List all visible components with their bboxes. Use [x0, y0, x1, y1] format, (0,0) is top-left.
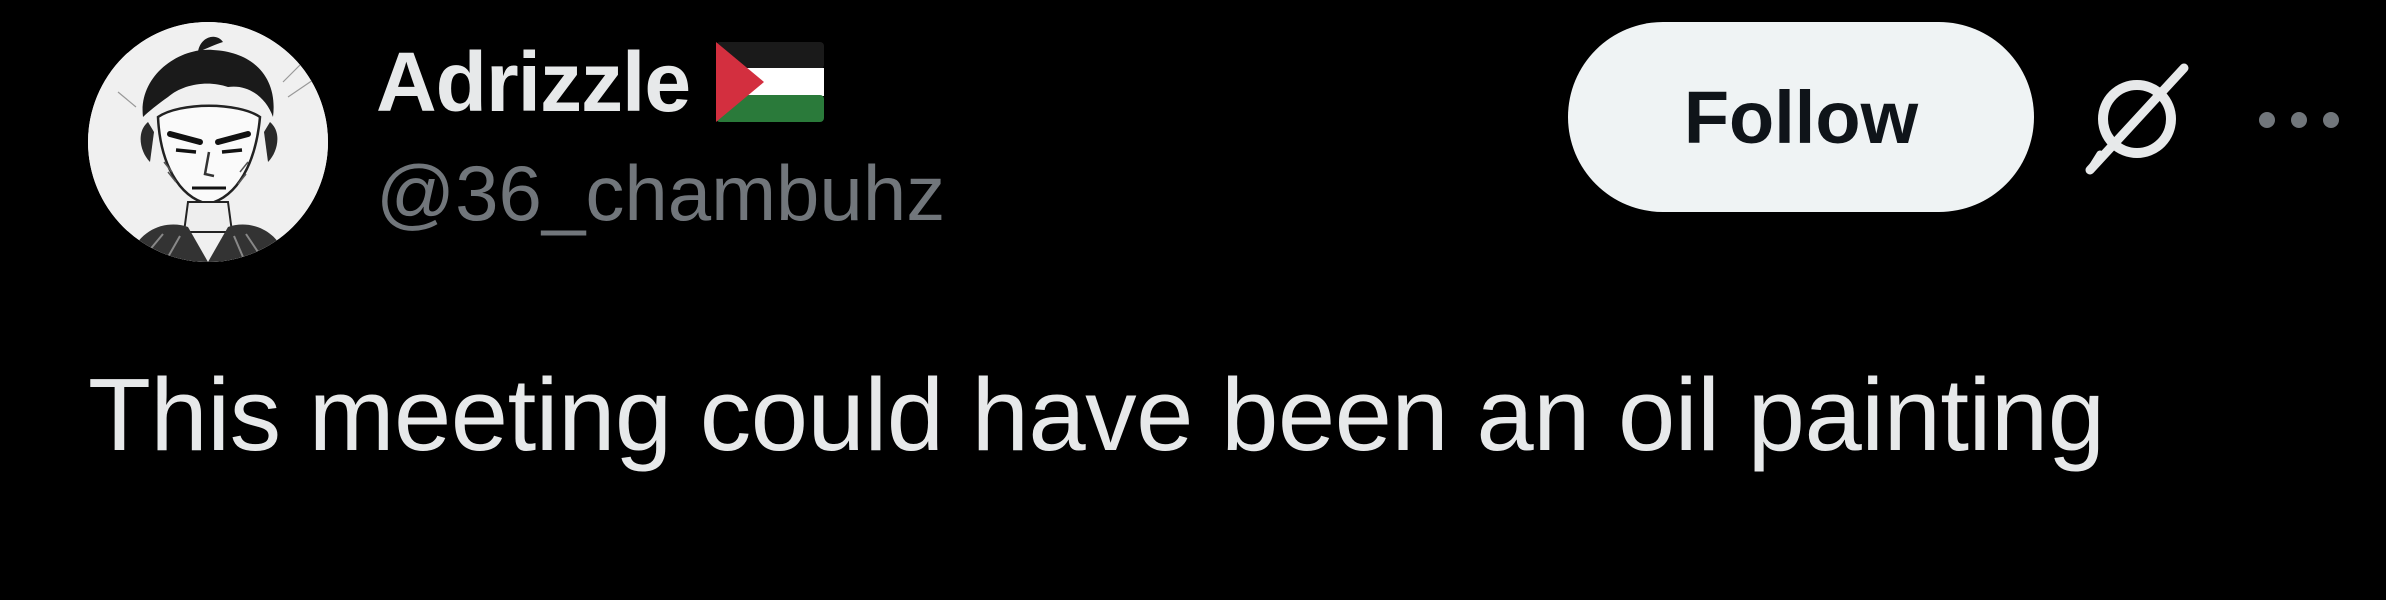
author-display-name[interactable]: Adrizzle: [376, 40, 691, 124]
tweet-text: This meeting could have been an oil pain…: [88, 357, 2105, 472]
author-name-row: Adrizzle: [376, 30, 945, 134]
manga-portrait-icon: [88, 22, 328, 262]
follow-button[interactable]: Follow: [1568, 22, 2034, 212]
tweet-card: Adrizzle @36_chambuhz Follow This meetin…: [0, 0, 2386, 600]
grok-icon[interactable]: [2080, 62, 2194, 176]
palestine-flag-icon: [716, 42, 825, 122]
author-identity: Adrizzle @36_chambuhz: [376, 30, 945, 232]
author-handle[interactable]: @36_chambuhz: [376, 154, 945, 232]
more-options-icon[interactable]: [2254, 100, 2344, 140]
author-avatar[interactable]: [88, 22, 328, 262]
